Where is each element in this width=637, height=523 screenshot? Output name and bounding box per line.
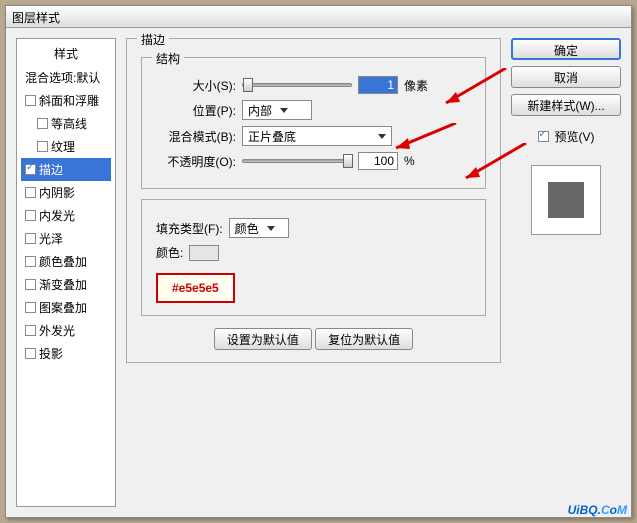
- filltype-value: 颜色: [235, 220, 259, 237]
- style-label: 内发光: [39, 207, 75, 224]
- style-item-内发光[interactable]: 内发光: [21, 204, 111, 227]
- style-label: 描边: [39, 161, 63, 178]
- titlebar: 图层样式: [6, 6, 631, 28]
- style-label: 外发光: [39, 322, 75, 339]
- position-label: 位置(P):: [156, 102, 236, 119]
- ok-button[interactable]: 确定: [511, 38, 621, 60]
- preview-swatch: [548, 182, 584, 218]
- styles-panel: 样式 混合选项:默认 斜面和浮雕等高线纹理描边内阴影内发光光泽颜色叠加渐变叠加图…: [16, 38, 116, 507]
- style-checkbox[interactable]: [25, 164, 36, 175]
- style-item-内阴影[interactable]: 内阴影: [21, 181, 111, 204]
- blend-dropdown[interactable]: 正片叠底: [242, 126, 392, 146]
- style-checkbox[interactable]: [25, 187, 36, 198]
- default-buttons: 设置为默认值 复位为默认值: [141, 328, 486, 350]
- layer-style-dialog: 图层样式 样式 混合选项:默认 斜面和浮雕等高线纹理描边内阴影内发光光泽颜色叠加…: [5, 5, 632, 518]
- annotation-arrow-icon: [386, 123, 466, 153]
- filltype-row: 填充类型(F): 颜色: [156, 218, 471, 238]
- color-row: 颜色:: [156, 244, 471, 261]
- style-item-渐变叠加[interactable]: 渐变叠加: [21, 273, 111, 296]
- size-label: 大小(S):: [156, 77, 236, 94]
- bottom-watermark: UiBQ.CoM: [568, 498, 627, 519]
- style-checkbox[interactable]: [25, 325, 36, 336]
- annotation-arrow-icon: [436, 68, 516, 108]
- style-label: 斜面和浮雕: [39, 92, 99, 109]
- styles-title: 样式: [21, 45, 111, 62]
- filltype-label: 填充类型(F):: [156, 220, 223, 237]
- style-label: 等高线: [51, 115, 87, 132]
- blend-value: 正片叠底: [248, 128, 296, 145]
- opacity-unit: %: [404, 154, 415, 168]
- structure-title: 结构: [152, 50, 184, 67]
- chevron-down-icon: [280, 108, 288, 113]
- style-label: 图案叠加: [39, 299, 87, 316]
- style-item-描边[interactable]: 描边: [21, 158, 111, 181]
- blend-options-item[interactable]: 混合选项:默认: [21, 66, 111, 89]
- color-label: 颜色:: [156, 244, 183, 261]
- right-panel: 确定 取消 新建样式(W)... 预览(V): [511, 38, 621, 507]
- style-checkbox[interactable]: [37, 118, 48, 129]
- size-slider[interactable]: [242, 83, 352, 87]
- style-item-光泽[interactable]: 光泽: [21, 227, 111, 250]
- style-item-投影[interactable]: 投影: [21, 342, 111, 365]
- hex-callout: #e5e5e5: [156, 273, 235, 303]
- style-checkbox[interactable]: [25, 210, 36, 221]
- style-checkbox[interactable]: [25, 233, 36, 244]
- style-label: 内阴影: [39, 184, 75, 201]
- style-checkbox[interactable]: [25, 95, 36, 106]
- style-label: 投影: [39, 345, 63, 362]
- style-item-纹理[interactable]: 纹理: [21, 135, 111, 158]
- position-dropdown[interactable]: 内部: [242, 100, 312, 120]
- stroke-title: 描边: [137, 31, 169, 48]
- blend-label: 混合模式(B):: [156, 128, 236, 145]
- chevron-down-icon: [267, 226, 275, 231]
- style-checkbox[interactable]: [25, 256, 36, 267]
- preview-box: [531, 165, 601, 235]
- color-swatch[interactable]: [189, 245, 219, 261]
- new-style-button[interactable]: 新建样式(W)...: [511, 94, 621, 116]
- style-label: 纹理: [51, 138, 75, 155]
- style-item-斜面和浮雕[interactable]: 斜面和浮雕: [21, 89, 111, 112]
- style-item-等高线[interactable]: 等高线: [21, 112, 111, 135]
- style-label: 光泽: [39, 230, 63, 247]
- style-checkbox[interactable]: [25, 279, 36, 290]
- cancel-button[interactable]: 取消: [511, 66, 621, 88]
- size-row: 大小(S): 1 像素: [156, 76, 471, 94]
- size-unit: 像素: [404, 77, 428, 94]
- chevron-down-icon: [378, 134, 386, 139]
- opacity-row: 不透明度(O): 100 %: [156, 152, 471, 170]
- preview-row: 预览(V): [538, 128, 595, 145]
- style-item-颜色叠加[interactable]: 颜色叠加: [21, 250, 111, 273]
- style-label: 渐变叠加: [39, 276, 87, 293]
- style-checkbox[interactable]: [25, 302, 36, 313]
- style-item-外发光[interactable]: 外发光: [21, 319, 111, 342]
- opacity-label: 不透明度(O):: [156, 153, 236, 170]
- opacity-slider[interactable]: [242, 159, 352, 163]
- position-value: 内部: [248, 102, 272, 119]
- set-default-button[interactable]: 设置为默认值: [214, 328, 312, 350]
- opacity-input[interactable]: 100: [358, 152, 398, 170]
- reset-default-button[interactable]: 复位为默认值: [315, 328, 413, 350]
- style-label: 颜色叠加: [39, 253, 87, 270]
- preview-label: 预览(V): [555, 128, 595, 145]
- fill-fieldset: 填充类型(F): 颜色 颜色: #e5e5e5: [141, 199, 486, 316]
- style-item-图案叠加[interactable]: 图案叠加: [21, 296, 111, 319]
- style-checkbox[interactable]: [37, 141, 48, 152]
- main-panel: 描边 结构 大小(S): 1 像素 位置(P): 内部: [126, 38, 501, 507]
- style-checkbox[interactable]: [25, 348, 36, 359]
- preview-checkbox[interactable]: [538, 131, 549, 142]
- filltype-dropdown[interactable]: 颜色: [229, 218, 289, 238]
- size-input[interactable]: 1: [358, 76, 398, 94]
- annotation-arrow-icon: [456, 143, 536, 183]
- position-row: 位置(P): 内部: [156, 100, 471, 120]
